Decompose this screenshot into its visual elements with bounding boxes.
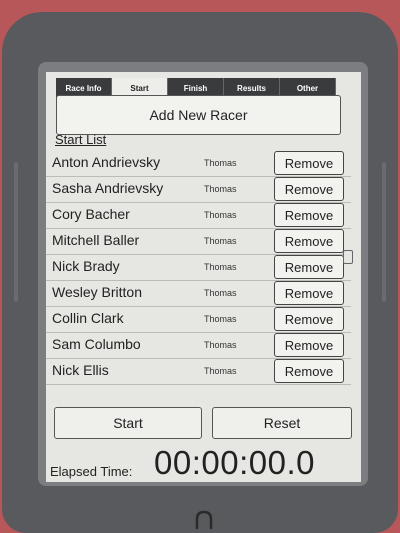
remove-button[interactable]: Remove xyxy=(274,307,344,331)
remove-button[interactable]: Remove xyxy=(274,255,344,279)
reset-button[interactable]: Reset xyxy=(212,407,352,439)
racer-name: Mitchell Baller xyxy=(52,232,140,248)
right-side-grip xyxy=(382,162,386,302)
racer-group: Thomas xyxy=(204,340,237,350)
racer-group: Thomas xyxy=(204,262,237,272)
list-item: Sasha Andrievsky Thomas Remove xyxy=(46,176,351,203)
racer-name: Nick Ellis xyxy=(52,362,109,378)
list-item: Nick Brady Thomas Remove xyxy=(46,254,351,281)
list-item: Cory Bacher Thomas Remove xyxy=(46,202,351,229)
remove-button[interactable]: Remove xyxy=(274,229,344,253)
ereader-device: Race Info Start Finish Results Other Add… xyxy=(2,12,398,533)
racer-name: Wesley Britton xyxy=(52,284,142,300)
add-new-racer-button[interactable]: Add New Racer xyxy=(56,95,341,135)
screen: Race Info Start Finish Results Other Add… xyxy=(46,72,361,482)
left-side-grip xyxy=(14,162,18,302)
remove-button[interactable]: Remove xyxy=(274,333,344,357)
list-item: Collin Clark Thomas Remove xyxy=(46,306,351,333)
racer-group: Thomas xyxy=(204,184,237,194)
remove-button[interactable]: Remove xyxy=(274,281,344,305)
remove-button[interactable]: Remove xyxy=(274,203,344,227)
start-list-heading: Start List xyxy=(55,132,107,147)
racer-group: Thomas xyxy=(204,158,237,168)
nook-home-icon[interactable] xyxy=(192,508,216,532)
elapsed-time-value: 00:00:00.0 xyxy=(154,444,315,481)
racer-group: Thomas xyxy=(204,210,237,220)
racer-name: Sam Columbo xyxy=(52,336,141,352)
list-item: Mitchell Baller Thomas Remove xyxy=(46,228,351,255)
racer-group: Thomas xyxy=(204,314,237,324)
racer-group: Thomas xyxy=(204,236,237,246)
remove-button[interactable]: Remove xyxy=(274,177,344,201)
elapsed-time-label: Elapsed Time: xyxy=(50,464,133,479)
list-item: Nick Ellis Thomas Remove xyxy=(46,358,351,385)
racer-name: Nick Brady xyxy=(52,258,120,274)
start-button[interactable]: Start xyxy=(54,407,202,439)
racer-name: Cory Bacher xyxy=(52,206,130,222)
remove-button[interactable]: Remove xyxy=(274,151,344,175)
racer-name: Sasha Andrievsky xyxy=(52,180,164,196)
scroll-handle-icon[interactable] xyxy=(343,250,353,264)
list-item: Wesley Britton Thomas Remove xyxy=(46,280,351,307)
racer-group: Thomas xyxy=(204,366,237,376)
racer-name: Collin Clark xyxy=(52,310,124,326)
racer-group: Thomas xyxy=(204,288,237,298)
list-item: Anton Andrievsky Thomas Remove xyxy=(46,150,351,177)
racer-name: Anton Andrievsky xyxy=(52,154,161,170)
list-item: Sam Columbo Thomas Remove xyxy=(46,332,351,359)
remove-button[interactable]: Remove xyxy=(274,359,344,383)
